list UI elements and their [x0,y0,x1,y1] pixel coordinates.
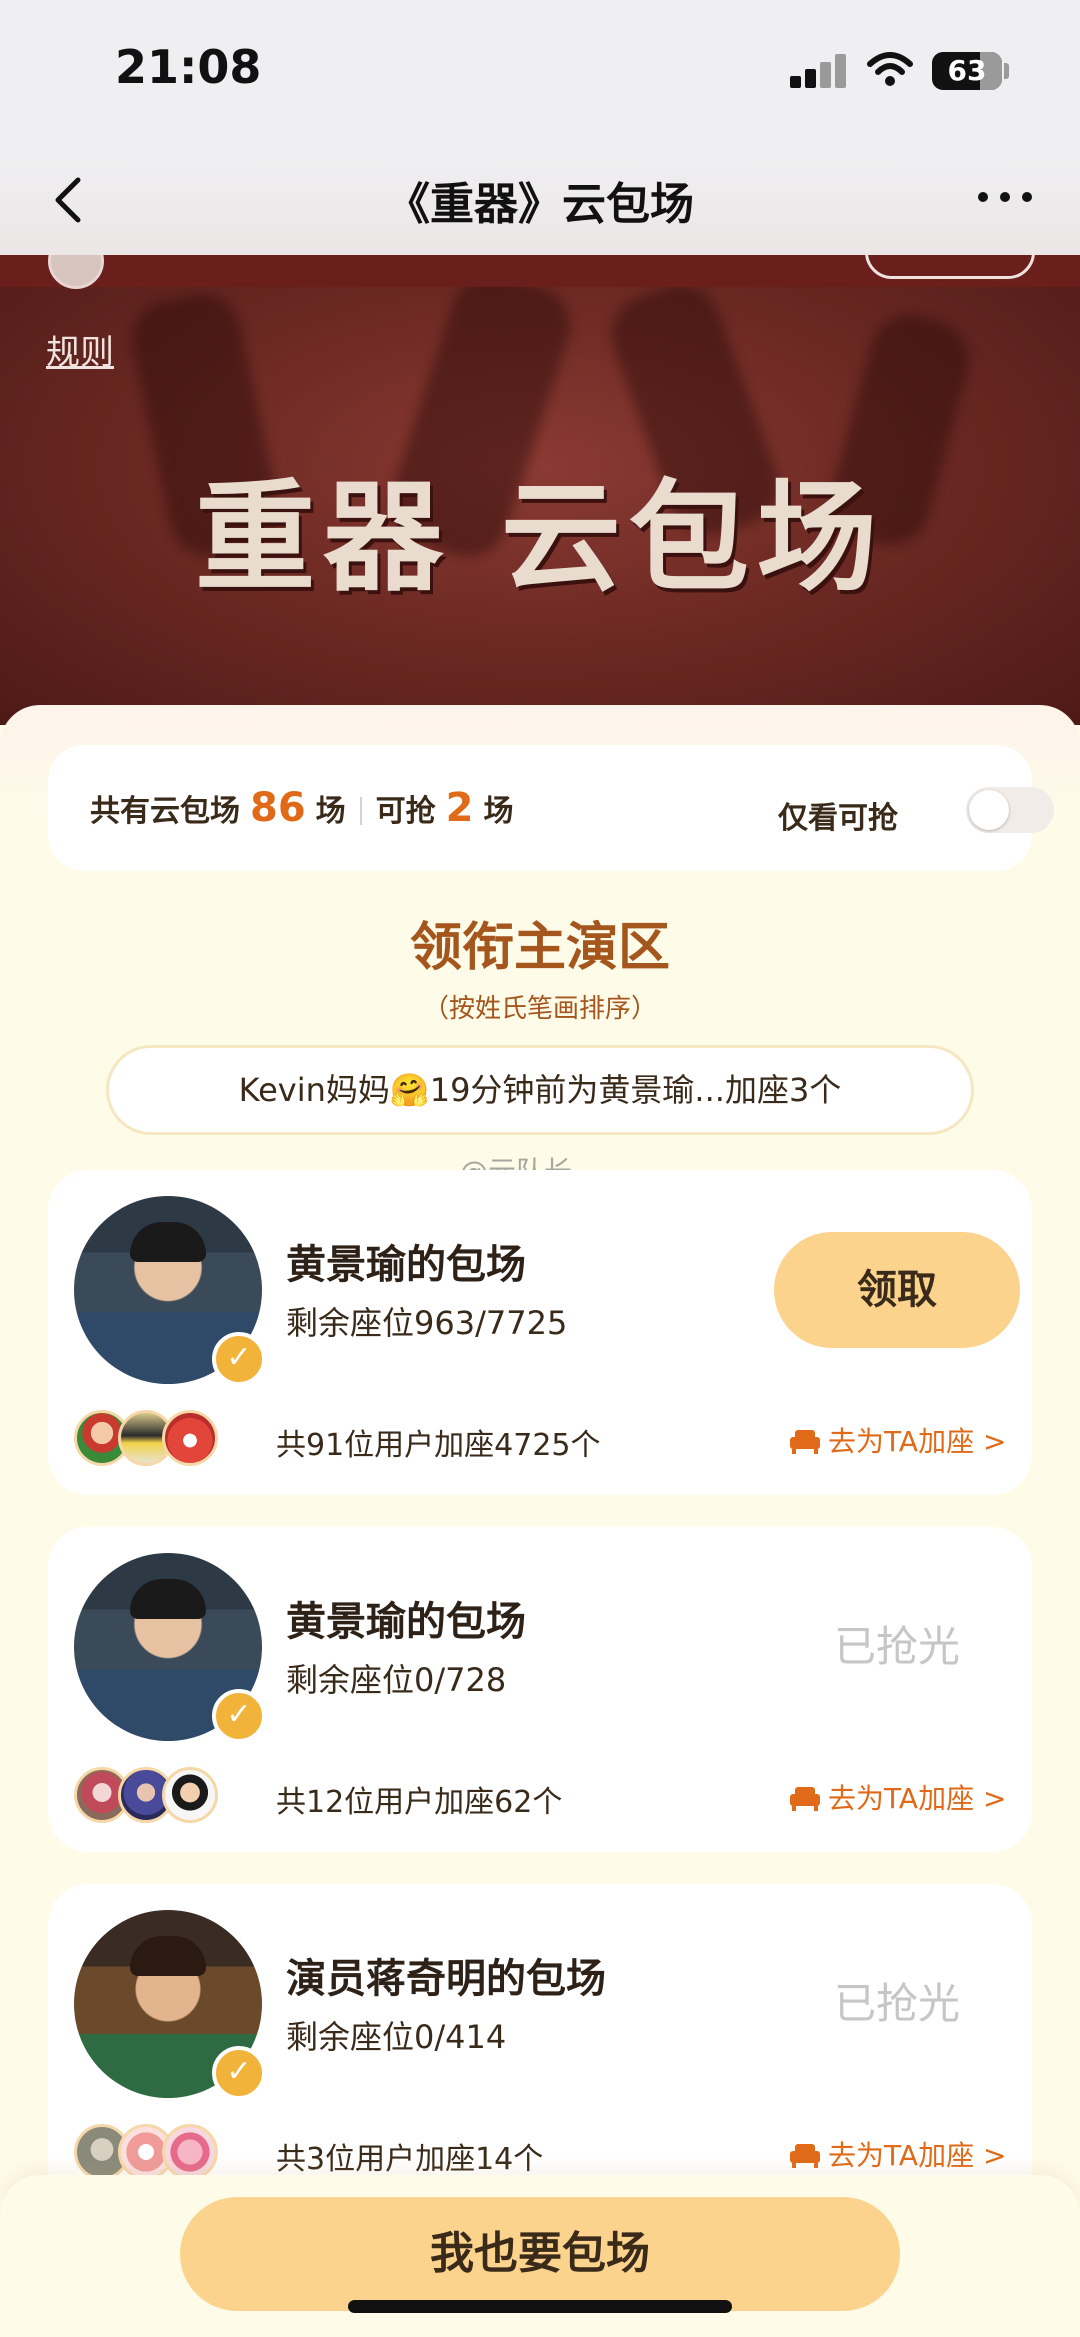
remaining-seats: 剩余座位0/414 [286,2018,507,2056]
sold-out-label: 已抢光 [833,1622,960,1671]
card-title: 演员蒋奇明的包场 [286,1956,606,2002]
login-button[interactable] [865,255,1035,279]
wifi-icon [867,52,913,86]
status-time: 21:08 [115,40,262,94]
remaining-seats: 剩余座位0/728 [286,1661,507,1699]
only-grabbable-toggle[interactable] [966,787,1054,833]
sofa-icon [790,1787,820,1811]
banner-title: 重器 云包场 [195,469,885,608]
create-screening-button[interactable]: 我也要包场 [180,2197,900,2311]
section-title: 领衔主演区 [409,918,670,978]
card-title: 黄景瑜的包场 [286,1242,526,1288]
divider [359,797,362,825]
summary-card: 共有云包场 86 场可抢 2 场 仅看可抢 [48,745,1054,871]
sold-out-label: 已抢光 [833,1979,960,2028]
page-title: 《重器》云包场 [386,179,694,230]
total-count: 86 [250,785,306,831]
add-seat-link[interactable]: 去为TA加座 > [788,1420,1006,1460]
activity-ticker: Kevin妈妈🤗19分钟前为黄景瑜...加座3个 [106,1045,974,1135]
supporters-count: 共12位用户加座62个 [276,1785,563,1820]
verified-icon: ✓ [212,1332,266,1386]
avatar [162,1767,218,1823]
main-panel: 共有云包场 86 场可抢 2 场 仅看可抢 领衔主演区 （按姓氏笔画排序） Kevin妈… [0,705,1080,2337]
status-bar: 21:08 63 [0,0,1080,150]
sofa-icon [790,1430,820,1454]
remaining-seats: 剩余座位963/7725 [286,1304,568,1342]
screening-card[interactable]: ✓ 黄景瑜的包场 剩余座位963/7725 领取 共91位用户加座4725个 去… [48,1170,1032,1495]
toggle-label: 仅看可抢 [778,801,898,836]
sofa-icon [790,2144,820,2168]
verified-icon: ✓ [212,2046,266,2100]
battery-icon: 63 [932,52,1002,90]
avatar [48,255,104,289]
add-seat-link[interactable]: 去为TA加座 > [788,1777,1006,1817]
supporters-count: 共3位用户加座14个 [276,2142,544,2177]
grabbable-count: 2 [445,785,474,831]
battery-level: 63 [947,54,987,87]
supporters-count: 共91位用户加座4725个 [276,1428,601,1463]
nav-bar: 《重器》云包场 [0,150,1080,255]
card-title: 黄景瑜的包场 [286,1599,526,1645]
screening-card[interactable]: ✓ 黄景瑜的包场 剩余座位0/728 已抢光 共12位用户加座62个 去为TA加… [48,1527,1032,1852]
home-indicator[interactable] [348,2300,732,2313]
verified-icon: ✓ [212,1689,266,1743]
section-subtitle: （按姓氏笔画排序） [422,994,657,1024]
rules-link[interactable]: 规则 [46,325,114,374]
banner: 规则 重器 云包场 [0,255,1080,725]
more-icon[interactable] [970,178,1040,218]
signal-icon [790,54,846,88]
avatar [162,2124,218,2180]
avatar [162,1410,218,1466]
screening-card[interactable]: ✓ 演员蒋奇明的包场 剩余座位0/414 已抢光 共3位用户加座14个 去为TA… [48,1884,1032,2209]
claim-button[interactable]: 领取 [774,1232,1020,1348]
add-seat-link[interactable]: 去为TA加座 > [788,2134,1006,2174]
